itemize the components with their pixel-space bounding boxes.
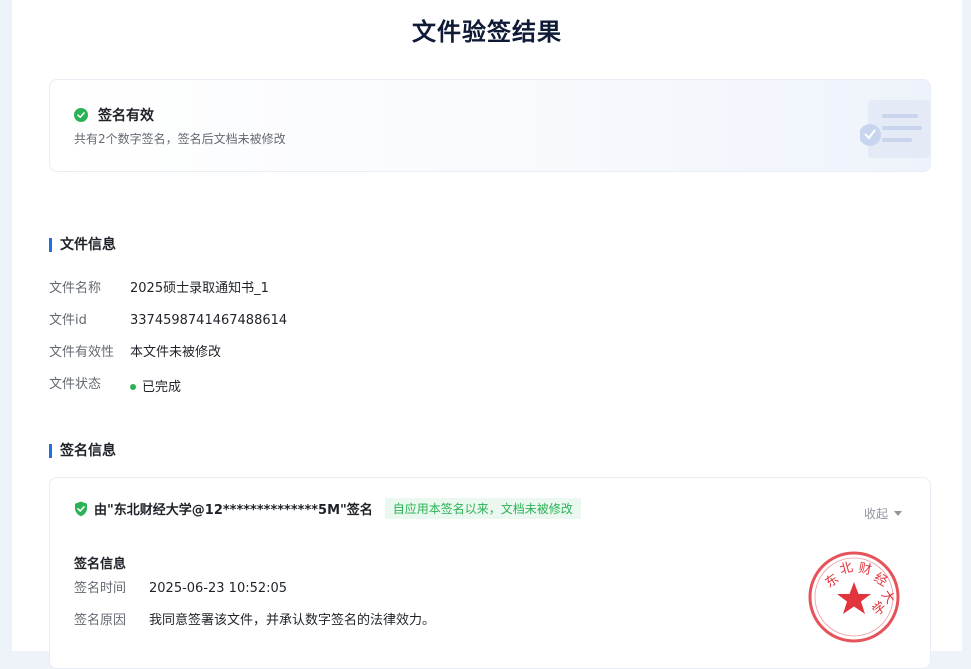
signature-subheading: 签名信息 xyxy=(74,557,127,572)
caret-down-icon xyxy=(894,511,902,516)
file-id-row: 文件id 3374598741467488614 xyxy=(49,313,287,329)
sign-reason-value: 我同意签署该文件，并承认数字签名的法律效力。 xyxy=(149,613,436,628)
signer-title: 由"东北财经大学@12**************5M"签名 xyxy=(94,503,373,518)
sign-reason-row: 签名原因 我同意签署该文件，并承认数字签名的法律效力。 xyxy=(74,613,435,629)
file-validity-row: 文件有效性 本文件未被修改 xyxy=(49,345,221,361)
verification-page: 文件验签结果 签名有效 共有2个数字签名，签名后文档未被修改 文件信息 文件名称… xyxy=(12,0,962,669)
signature-info-heading: 签名信息 xyxy=(49,444,116,458)
svg-text:财: 财 xyxy=(857,561,872,578)
unmodified-tag: 自应用本签名以来，文档未被修改 xyxy=(384,498,581,519)
file-name-value: 2025硕士录取通知书_1 xyxy=(130,281,269,296)
sign-time-label: 签名时间 xyxy=(74,581,127,596)
file-status-row: 文件状态 已完成 xyxy=(49,377,181,396)
signature-card: 由"东北财经大学@12**************5M"签名 自应用本签名以来，… xyxy=(49,477,931,669)
collapse-label: 收起 xyxy=(863,507,888,521)
file-status-value: 已完成 xyxy=(130,377,181,396)
file-status-label: 文件状态 xyxy=(49,377,102,392)
result-description: 共有2个数字签名，签名后文档未被修改 xyxy=(74,132,286,146)
check-circle-icon xyxy=(74,108,88,122)
sign-time-value: 2025-06-23 10:52:05 xyxy=(149,581,288,596)
svg-text:经: 经 xyxy=(871,570,890,589)
file-info-heading: 文件信息 xyxy=(49,238,116,252)
sign-time-row: 签名时间 2025-06-23 10:52:05 xyxy=(74,581,287,597)
verification-result-card: 签名有效 共有2个数字签名，签名后文档未被修改 xyxy=(49,79,931,172)
page-title: 文件验签结果 xyxy=(412,18,562,46)
file-validity-label: 文件有效性 xyxy=(49,345,115,360)
file-name-row: 文件名称 2025硕士录取通知书_1 xyxy=(49,281,269,297)
official-seal-stamp: 东 北 财 经 大 学 xyxy=(808,551,900,643)
status-dot-icon xyxy=(130,383,136,390)
svg-text:东: 东 xyxy=(823,572,842,592)
file-id-label: 文件id xyxy=(49,313,87,328)
result-status: 签名有效 xyxy=(98,108,154,124)
signature-header: 由"东北财经大学@12**************5M"签名 自应用本签名以来，… xyxy=(74,498,581,519)
sign-reason-label: 签名原因 xyxy=(74,613,127,628)
result-header: 签名有效 xyxy=(74,105,154,125)
file-name-label: 文件名称 xyxy=(49,281,102,296)
file-id-value: 3374598741467488614 xyxy=(130,313,288,328)
shield-check-icon xyxy=(74,501,88,517)
collapse-button[interactable]: 收起 xyxy=(864,505,902,522)
file-status-text: 已完成 xyxy=(142,380,182,395)
file-validity-value: 本文件未被修改 xyxy=(130,345,222,360)
certificate-decoration-icon xyxy=(860,100,930,158)
svg-text:北: 北 xyxy=(838,560,854,578)
